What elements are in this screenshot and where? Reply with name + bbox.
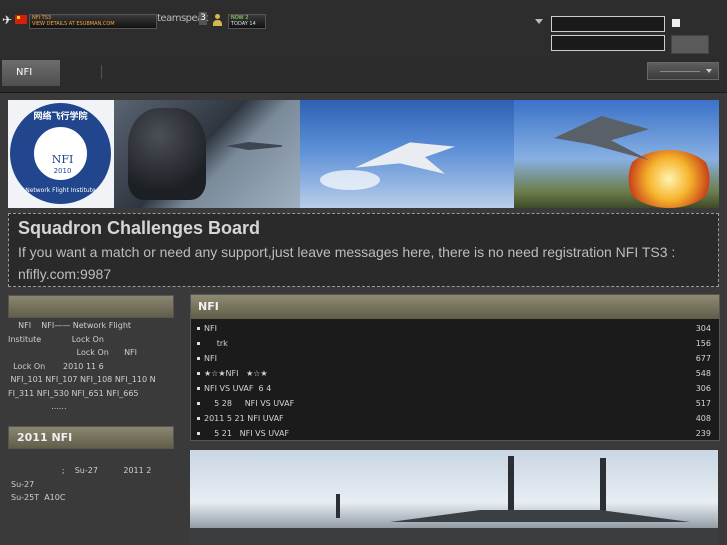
thread-count: 548 [695, 369, 711, 378]
bullet-icon [197, 402, 200, 405]
explosion [624, 150, 714, 208]
info-line: Su-27 [11, 479, 35, 489]
teamspeak-version: 3 [199, 12, 207, 25]
emblem-inner: NFI 2010 [32, 125, 89, 182]
nfi-2011-text: ; Su-27 2011 2 Su-27 Su-25T A10C [11, 464, 177, 505]
online-today: TODAY 14 [231, 21, 256, 27]
thread-count: 156 [695, 339, 711, 348]
thread-count: 304 [695, 324, 711, 333]
thread-title[interactable]: 5 21 NFI VS UVAF [204, 426, 289, 441]
emblem-center: NFI [51, 153, 74, 166]
banner-photo-jet [300, 100, 514, 208]
plane-icon: ✈ [2, 13, 13, 27]
banner-photo-pilot [114, 100, 300, 208]
thread-title[interactable]: NFI [204, 351, 217, 366]
list-item[interactable]: NFI 304 [197, 321, 711, 336]
page-title: Squadron Challenges Board [18, 218, 261, 238]
nfi-emblem-logo: 网络飞行学院 NFI 2010 Network Flight Institute [10, 103, 111, 204]
bullet-icon [197, 327, 200, 330]
intro-line: Institute Lock On [8, 334, 104, 344]
intro-line: NFI NFI—— Network Flight [8, 321, 132, 330]
ticker-line-2: VIEW DETAILS AT ESUBMAN.COM [32, 21, 115, 27]
list-item[interactable]: 5 21 NFI VS UVAF 239 [197, 426, 711, 441]
banner: 网络飞行学院 NFI 2010 Network Flight Institute [8, 100, 719, 208]
chevron-down-icon [706, 69, 712, 73]
forum-list-header: NFI [191, 295, 719, 319]
emblem-year: 2010 [53, 167, 72, 175]
main-content: 网络飞行学院 NFI 2010 Network Flight Institute… [0, 93, 727, 545]
flag-icon [15, 15, 27, 24]
bullet-icon [197, 417, 200, 420]
bullet-icon [197, 387, 200, 390]
forum-thread-list: NFI NFI 304 trk 156 NFI 677 ★☆★NFI ★☆★ 5… [190, 294, 720, 441]
login-button[interactable] [671, 35, 709, 54]
top-bar: ✈ NFI TS3 VIEW DETAILS AT ESUBMAN.COM te… [0, 0, 727, 58]
intro-line: FI_311 NFI_530 NFI_651 NFI_665 [8, 388, 139, 398]
thread-title[interactable]: trk [204, 336, 228, 351]
thread-title[interactable]: NFI [204, 321, 217, 336]
list-item[interactable]: 5 28 NFI VS UVAF 517 [197, 396, 711, 411]
bullet-icon [197, 342, 200, 345]
intro-line: Lock On NFI [8, 348, 138, 357]
pilot-helmet [128, 108, 206, 200]
intro-line: NFI_101 NFI_107 NFI_108 NFI_110 N [8, 375, 156, 384]
thread-title[interactable]: 5 28 NFI VS UVAF [204, 396, 294, 411]
info-line: ; Su-27 2011 2 [11, 466, 152, 475]
intro-line: Lock On 2010 11 6 [8, 361, 104, 371]
thread-count: 239 [695, 429, 711, 438]
thread-count: 517 [695, 399, 711, 408]
board-description: If you want a match or need any support,… [18, 244, 676, 282]
online-ticker: NOW 2 TODAY 14 [228, 14, 266, 29]
board-header: Squadron Challenges Board If you want a … [8, 213, 719, 287]
thread-count: 677 [695, 354, 711, 363]
missile-smoke [320, 170, 380, 190]
list-item[interactable]: trk 156 [197, 336, 711, 351]
nav-bar: NFI [0, 58, 727, 93]
banner-photo-explosion [514, 100, 719, 208]
emblem-arc-top: 网络飞行学院 [33, 112, 88, 122]
thread-title[interactable]: ★☆★NFI ★☆★ [204, 366, 268, 381]
thread-count: 408 [695, 414, 711, 423]
remember-checkbox[interactable] [672, 19, 680, 27]
jets-on-runway-photo [190, 450, 718, 545]
jet-shape [226, 142, 282, 150]
dropdown-arrow-icon[interactable] [535, 19, 543, 24]
bullet-icon [197, 357, 200, 360]
password-input[interactable] [551, 35, 665, 51]
nav-select[interactable] [647, 62, 719, 80]
list-item[interactable]: NFI VS UVAF 6 4 306 [197, 381, 711, 396]
list-item[interactable]: NFI 677 [197, 351, 711, 366]
bullet-icon [197, 432, 200, 435]
jet-shape [554, 116, 649, 160]
thread-count: 306 [695, 384, 711, 393]
emblem-arc-bottom: Network Flight Institute [25, 187, 96, 194]
nav-select-value [660, 71, 700, 72]
intro-line[interactable]: ...... [8, 400, 174, 414]
username-input[interactable] [551, 16, 665, 32]
ts3-ticker[interactable]: NFI TS3 VIEW DETAILS AT ESUBMAN.COM [29, 14, 157, 29]
thread-title[interactable]: NFI VS UVAF 6 4 [204, 381, 271, 396]
tab-nfi[interactable]: NFI [2, 60, 60, 86]
nav-divider [101, 65, 102, 79]
info-line: Su-25T A10C [11, 493, 66, 502]
jet-tail [336, 494, 340, 518]
jet-wing [390, 510, 690, 522]
jet-tail [508, 456, 514, 516]
left-section-header-2011: 2011 NFI [8, 426, 174, 449]
bullet-icon [197, 372, 200, 375]
jet-tail [600, 458, 606, 516]
list-item[interactable]: 2011 5 21 NFI UVAF 408 [197, 411, 711, 426]
runway [190, 528, 718, 545]
users-icon [213, 14, 227, 26]
nfi-intro-text: NFI NFI—— Network Flight Institute Lock … [8, 319, 174, 414]
jet-shape [355, 142, 455, 174]
thread-title[interactable]: 2011 5 21 NFI UVAF [204, 411, 284, 426]
list-item[interactable]: ★☆★NFI ★☆★ 548 [197, 366, 711, 381]
left-section-header [8, 295, 174, 318]
